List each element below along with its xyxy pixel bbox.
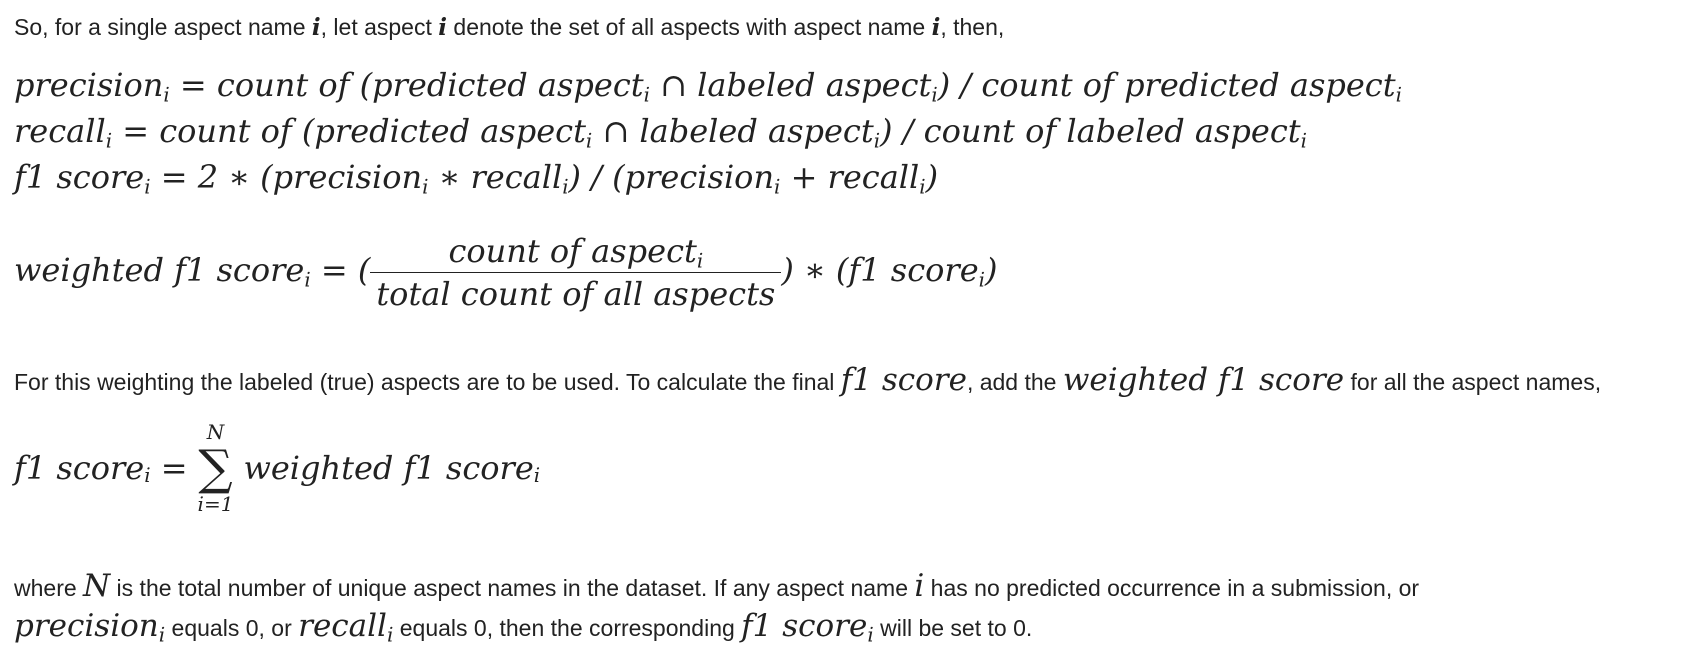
- precision-rhs: ) / count of predicted aspect: [937, 66, 1396, 104]
- zero-text-a: equals 0, or: [165, 615, 299, 641]
- zero-text-b: equals 0, then the corresponding: [393, 615, 742, 641]
- math-recall: recall: [298, 608, 387, 644]
- f1-rhs: + recall: [780, 158, 920, 196]
- recall-rhs: = count of (predicted aspect: [112, 112, 586, 150]
- sum-equation: f1 scorei = N ∑ i=1 weighted f1 scorei: [14, 420, 540, 516]
- weighted-f1-equation: weighted f1 score i = (count of aspecti to…: [14, 232, 997, 313]
- zero-rule-paragraph: precisioni equals 0, or recalli equals 0…: [14, 608, 1033, 645]
- math-precision: precision: [14, 608, 159, 644]
- where-text-c: has no predicted occurrence in a submiss…: [924, 575, 1420, 601]
- recall-equation: recalli = count of (predicted aspecti ∩ …: [14, 112, 1307, 153]
- weighted-tail: ) ∗ (f1 score: [781, 251, 979, 289]
- numerator-text: count of aspect: [448, 232, 697, 270]
- where-paragraph: where N is the total number of unique as…: [14, 568, 1419, 604]
- subscript: i: [533, 464, 541, 488]
- f1-rhs: ∗ recall: [428, 158, 563, 196]
- weighted-tail: ): [984, 251, 998, 289]
- f1-lhs: f1 score: [14, 158, 145, 196]
- where-text-a: where: [14, 575, 84, 601]
- intro-text-a: So, for a single aspect name: [14, 14, 312, 40]
- fraction: count of aspecti total count of all aspec…: [370, 232, 782, 313]
- precision-rhs: ∩ labeled aspect: [649, 66, 932, 104]
- weighted-lhs: weighted f1 score: [14, 251, 305, 289]
- math-i: i: [914, 568, 925, 604]
- math-f1-score: f1 score: [741, 608, 868, 644]
- precision-lhs: precision: [14, 66, 164, 104]
- subscript: i: [696, 249, 704, 273]
- f1-rhs: = 2 ∗ (precision: [150, 158, 423, 196]
- f1-rhs: ): [925, 158, 939, 196]
- weighting-text-a: For this weighting the labeled (true) as…: [14, 369, 841, 395]
- fraction-denominator: total count of all aspects: [376, 275, 776, 313]
- weighting-text-c: for all the aspect names,: [1344, 369, 1602, 395]
- f1-equation: f1 scorei = 2 ∗ (precisioni ∗ recalli) /…: [14, 158, 939, 197]
- var-i: i: [438, 14, 448, 41]
- f1-rhs: ) / (precision: [568, 158, 775, 196]
- sum-lower-limit: i=1: [197, 492, 234, 516]
- precision-equation: precisioni = count of (predicted aspecti…: [14, 66, 1402, 107]
- sum-body: weighted f1 score: [243, 449, 534, 487]
- math-weighted-f1-score: weighted f1 score: [1062, 362, 1345, 398]
- intro-paragraph: So, for a single aspect name i, let aspe…: [14, 14, 1004, 41]
- intro-text-d: , then,: [940, 14, 1005, 40]
- subscript: i: [1300, 129, 1307, 153]
- math-f1-score: f1 score: [840, 362, 967, 398]
- math-n: N: [83, 568, 111, 604]
- recall-rhs: ) / count of labeled aspect: [880, 112, 1301, 150]
- weighting-text-b: , add the: [966, 369, 1063, 395]
- where-text-b: is the total number of unique aspect nam…: [110, 575, 915, 601]
- intro-text-b: , let aspect: [320, 14, 439, 40]
- sum-lhs: f1 score: [14, 449, 145, 487]
- intro-text-c: denote the set of all aspects with aspec…: [447, 14, 932, 40]
- subscript: i: [1395, 83, 1402, 107]
- summation: N ∑ i=1: [198, 420, 234, 516]
- equals-sign: =: [150, 449, 188, 487]
- recall-rhs: ∩ labeled aspect: [592, 112, 874, 150]
- equals-sign: = (: [310, 251, 371, 289]
- sigma-symbol: ∑: [198, 440, 233, 496]
- weighting-paragraph: For this weighting the labeled (true) as…: [14, 362, 1601, 398]
- recall-lhs: recall: [14, 112, 106, 150]
- zero-text-c: will be set to 0.: [873, 615, 1033, 641]
- precision-rhs: = count of (predicted aspect: [169, 66, 644, 104]
- fraction-numerator: count of aspecti: [370, 232, 782, 273]
- var-i: i: [311, 14, 321, 41]
